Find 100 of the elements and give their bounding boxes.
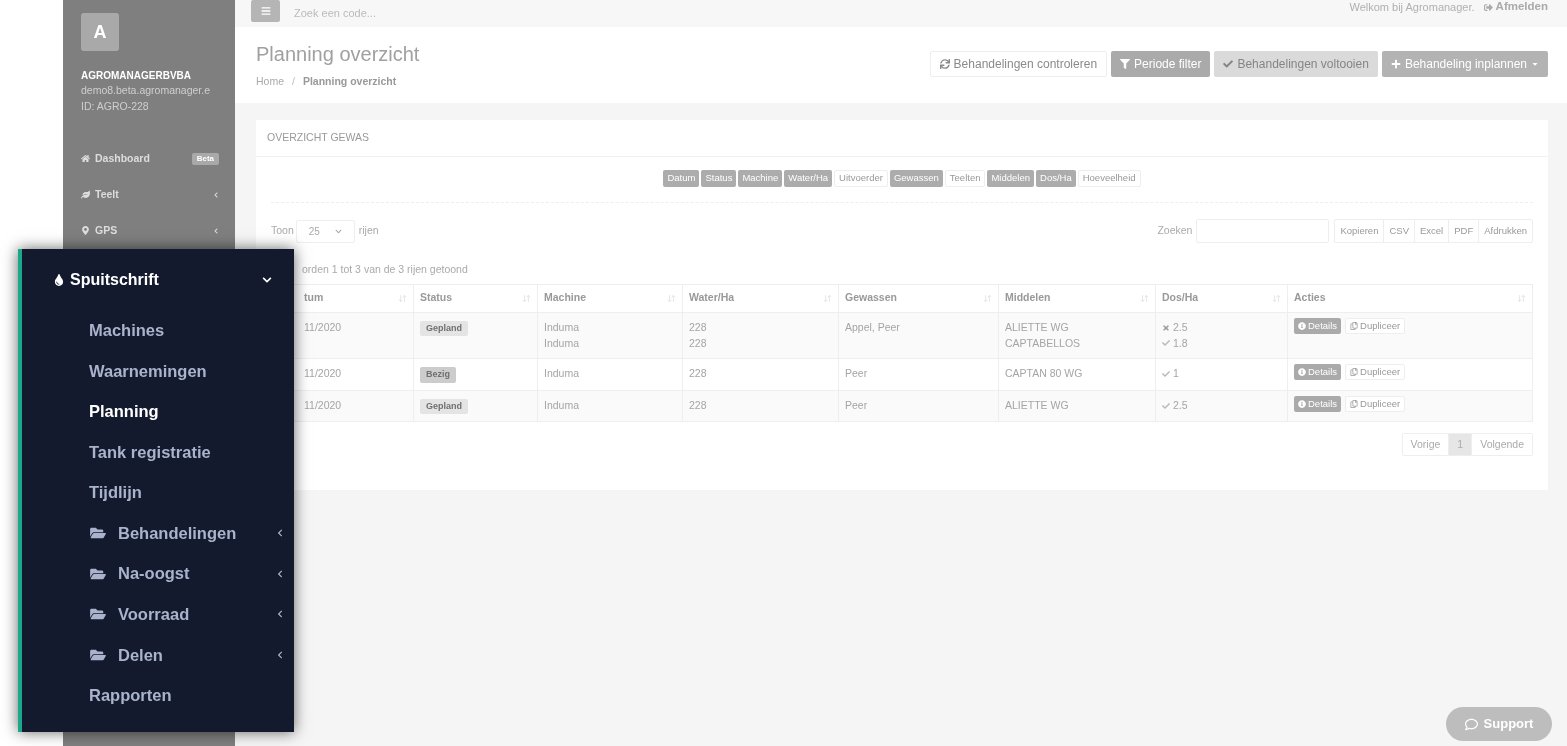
search-field[interactable]: Zoek een code... bbox=[294, 5, 594, 22]
export-button[interactable]: Excel bbox=[1414, 220, 1449, 242]
breadcrumb-link[interactable]: Planning overzicht bbox=[302, 74, 397, 90]
duplicate-button[interactable]: Dupliceer bbox=[1345, 317, 1406, 334]
length-label: Toon bbox=[271, 223, 294, 239]
details-button[interactable]: Details bbox=[1294, 317, 1342, 334]
menu-item[interactable]: Behandelingen bbox=[22, 512, 294, 554]
chevron-left-icon bbox=[276, 610, 284, 619]
menu-item[interactable]: Rapporten bbox=[22, 675, 294, 716]
export-button[interactable]: Afdrukken bbox=[1478, 220, 1532, 242]
pagination-button[interactable]: Volgende bbox=[1471, 434, 1532, 456]
table-text: CAPTABELLOS bbox=[1005, 335, 1082, 351]
column-header[interactable]: Acties bbox=[1294, 290, 1326, 307]
map-pin-icon bbox=[81, 226, 90, 235]
button-icon bbox=[1390, 59, 1401, 69]
table-text: Induma bbox=[544, 335, 581, 351]
column-header[interactable]: tum bbox=[304, 290, 324, 307]
menu-item[interactable]: Machines bbox=[22, 310, 294, 351]
info-icon bbox=[1298, 321, 1306, 330]
duplicate-button[interactable]: Dupliceer bbox=[1345, 364, 1406, 381]
menu-item[interactable]: Delen bbox=[22, 634, 294, 676]
sidebar-item[interactable]: GPS bbox=[81, 222, 219, 239]
sort-icon[interactable] bbox=[1272, 293, 1281, 303]
column-toggle[interactable]: Teelten bbox=[944, 170, 986, 187]
sort-icon[interactable] bbox=[667, 293, 676, 303]
menu-button[interactable] bbox=[251, 0, 280, 22]
toolbar-button[interactable]: Behandelingen controleren bbox=[929, 51, 1108, 77]
sort-icon[interactable] bbox=[398, 293, 407, 303]
copy-icon bbox=[1350, 399, 1359, 408]
menu-item[interactable]: Planning bbox=[22, 391, 294, 432]
column-toggle[interactable]: Status bbox=[701, 170, 737, 187]
sort-icon[interactable] bbox=[983, 293, 992, 303]
column-toggle[interactable]: Hoeveelheid bbox=[1077, 170, 1141, 187]
table-text: Peer bbox=[845, 398, 868, 411]
menu-icon bbox=[260, 6, 271, 16]
pagination-button[interactable]: 1 bbox=[1448, 434, 1472, 456]
chevron-left-icon bbox=[276, 651, 284, 660]
copy-icon bbox=[1350, 368, 1359, 377]
table-text: Peer bbox=[845, 367, 868, 380]
table-text: Appel, Peer bbox=[845, 320, 900, 333]
menu-item[interactable]: Waarnemingen bbox=[22, 350, 294, 392]
column-toggle[interactable]: Gewassen bbox=[889, 170, 943, 187]
table-text: ALIETTE WG bbox=[1005, 319, 1070, 335]
column-toggle[interactable]: Machine bbox=[738, 170, 783, 187]
sidebar-item[interactable]: Dashboard Beta bbox=[81, 150, 219, 167]
support-button[interactable]: Support bbox=[1446, 707, 1552, 741]
table-text: 228 bbox=[689, 397, 708, 413]
account-email: demo8.beta.agromanager.e bbox=[81, 83, 211, 98]
menu-item[interactable]: Tank registratie bbox=[22, 431, 294, 473]
page-title: Planning overzicht bbox=[256, 42, 420, 66]
column-toggle[interactable]: Dos/Ha bbox=[1036, 170, 1076, 187]
menu-item[interactable]: Voorraad bbox=[22, 594, 294, 635]
copy-icon bbox=[1350, 321, 1359, 330]
sidebar-item[interactable]: Teelt bbox=[81, 186, 219, 203]
logout-icon bbox=[1483, 2, 1493, 12]
date-text: 11/2020 bbox=[304, 367, 342, 380]
chevron-down-icon bbox=[334, 227, 342, 235]
status-badge: Gepland bbox=[420, 320, 468, 337]
column-header[interactable]: Middelen bbox=[1005, 290, 1051, 307]
table-text: CAPTAN 80 WG bbox=[1005, 366, 1084, 382]
column-toggle[interactable]: Uitvoerder bbox=[834, 170, 888, 187]
chevron-left-icon bbox=[276, 529, 284, 538]
length-select[interactable]: 25 bbox=[295, 219, 355, 243]
beta-badge: Beta bbox=[191, 152, 219, 165]
export-button[interactable]: CSV bbox=[1383, 220, 1414, 242]
folder-icon bbox=[89, 648, 107, 663]
details-button[interactable]: Details bbox=[1294, 364, 1342, 381]
folder-icon bbox=[89, 526, 107, 541]
sort-icon[interactable] bbox=[1517, 293, 1526, 303]
length-label: rijen bbox=[358, 223, 379, 239]
breadcrumb-link[interactable]: Home bbox=[256, 74, 284, 90]
sort-icon[interactable] bbox=[1140, 293, 1149, 303]
sort-icon[interactable] bbox=[522, 293, 531, 303]
menu-item[interactable]: Tijdlijn bbox=[22, 472, 294, 513]
column-header[interactable]: Water/Ha bbox=[689, 290, 735, 307]
menu-header[interactable]: Spuitschrift bbox=[22, 269, 294, 291]
export-button[interactable]: PDF bbox=[1448, 220, 1479, 242]
sort-icon[interactable] bbox=[823, 293, 832, 303]
logout-link[interactable]: Afmelden bbox=[1483, 0, 1548, 16]
search-label: Zoeken bbox=[1157, 223, 1193, 239]
welcome-text: Welkom bij Agromanager. bbox=[1349, 0, 1475, 15]
button-icon bbox=[1120, 59, 1131, 69]
column-toggle[interactable]: Water/Ha bbox=[784, 170, 833, 187]
column-toggle[interactable]: Datum bbox=[663, 170, 700, 187]
menu-item[interactable]: Na-oogst bbox=[22, 553, 294, 595]
toolbar-button[interactable]: Behandelingen voltooien bbox=[1214, 51, 1378, 77]
column-header[interactable]: Status bbox=[420, 290, 453, 307]
toolbar-button[interactable]: Behandeling inplannen bbox=[1381, 51, 1548, 77]
details-button[interactable]: Details bbox=[1294, 395, 1342, 412]
button-icon bbox=[1223, 59, 1234, 69]
export-button[interactable]: Kopieren bbox=[1335, 220, 1384, 242]
column-header[interactable]: Dos/Ha bbox=[1162, 290, 1199, 307]
column-header[interactable]: Gewassen bbox=[845, 290, 897, 307]
button-icon bbox=[939, 59, 950, 69]
table-info: orden 1 tot 3 van de 3 rijen getoond bbox=[302, 262, 468, 277]
toolbar-button[interactable]: Periode filter bbox=[1111, 51, 1211, 77]
column-header[interactable]: Machine bbox=[544, 290, 586, 307]
info-icon bbox=[1298, 368, 1306, 377]
column-toggle[interactable]: Middelen bbox=[987, 170, 1034, 187]
duplicate-button[interactable]: Dupliceer bbox=[1345, 395, 1406, 412]
